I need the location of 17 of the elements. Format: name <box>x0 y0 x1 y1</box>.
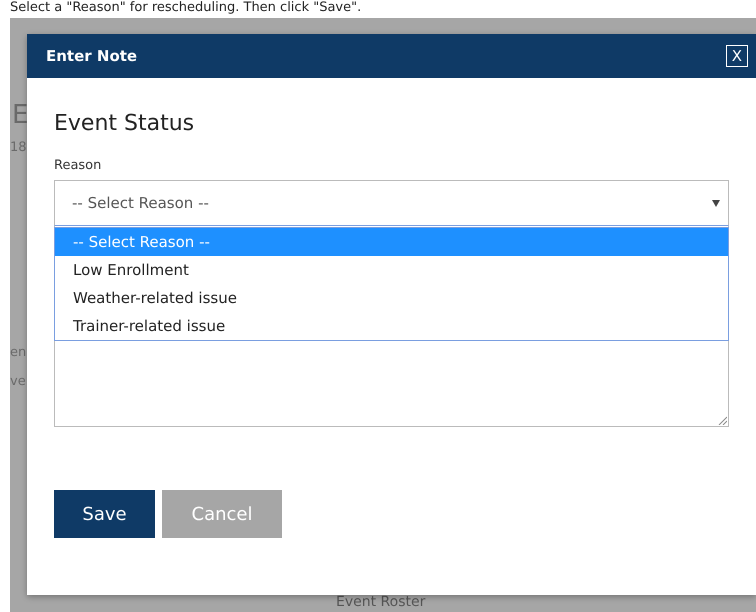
close-button[interactable]: X <box>726 45 748 67</box>
background-text: en <box>10 345 27 360</box>
section-heading: Event Status <box>54 111 196 136</box>
dropdown-option[interactable]: Weather-related issue <box>55 284 728 312</box>
reason-select[interactable]: -- Select Reason -- <box>54 180 729 226</box>
dropdown-option[interactable]: Trainer-related issue <box>55 312 728 340</box>
background-text: ve <box>10 374 27 389</box>
resize-grip-icon <box>718 416 727 425</box>
field-label: Reason <box>54 158 102 173</box>
dropdown-option[interactable]: Low Enrollment <box>55 256 728 284</box>
instruction-text: Select a "Reason" for rescheduling. Then click "Save". <box>10 0 362 16</box>
caret-icon <box>712 200 720 206</box>
background-text: E <box>11 100 27 130</box>
background-text: Event Roster <box>336 594 426 610</box>
background-text: 18 <box>10 140 27 155</box>
save-button[interactable]: Save <box>54 490 155 538</box>
dialog-title: Enter Note <box>46 47 138 65</box>
